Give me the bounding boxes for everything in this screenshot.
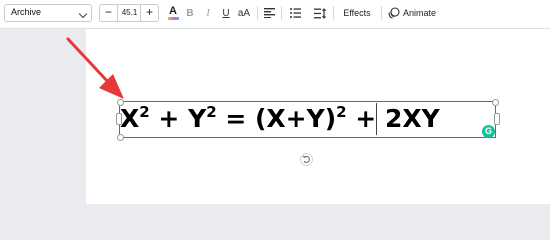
animate-icon <box>388 7 400 19</box>
exponent: 2 <box>206 103 217 121</box>
resize-handle-top-right[interactable] <box>492 99 499 106</box>
animate-label: Animate <box>403 8 437 18</box>
bullet-list-button[interactable] <box>289 5 301 21</box>
line-spacing-icon <box>314 7 326 19</box>
equation-term-sum: = (X+Y) <box>216 104 337 133</box>
chevron-down-icon <box>78 9 88 19</box>
font-size-input[interactable]: 45.1 <box>118 5 141 21</box>
bullet-list-icon <box>289 8 301 18</box>
toolbar-divider <box>381 6 382 20</box>
line-spacing-button[interactable] <box>314 5 326 21</box>
text-color-button[interactable]: A <box>166 5 180 21</box>
equation-term-product: + 2XY <box>346 104 440 133</box>
rotate-icon <box>302 155 310 163</box>
toolbar-divider <box>257 6 258 20</box>
editor-toolbar: Archive − 45.1 + A B I U aA Effects Anim… <box>0 0 550 29</box>
equation-text[interactable]: X2 + Y2 = (X+Y)2 + 2XY <box>120 102 440 136</box>
effects-button[interactable]: Effects <box>338 5 376 21</box>
animate-button[interactable]: Animate <box>388 5 438 21</box>
equation-term-x: X <box>120 104 140 133</box>
text-color-icon: A <box>169 5 177 17</box>
underline-button[interactable]: U <box>220 5 232 21</box>
italic-button[interactable]: I <box>202 5 214 21</box>
font-family-value: Archive <box>11 7 42 17</box>
grammarly-icon[interactable]: G <box>482 125 495 138</box>
bold-button[interactable]: B <box>184 5 196 21</box>
font-size-stepper[interactable]: − 45.1 + <box>99 4 159 22</box>
decrease-font-size-button[interactable]: − <box>100 5 118 21</box>
font-family-select[interactable]: Archive <box>4 4 92 22</box>
text-color-swatch <box>167 17 179 20</box>
align-left-button[interactable] <box>263 5 275 21</box>
toolbar-divider <box>333 6 334 20</box>
exponent: 2 <box>336 103 347 121</box>
text-cursor <box>376 103 377 135</box>
exponent: 2 <box>139 103 150 121</box>
resize-handle-right[interactable] <box>494 113 500 125</box>
letter-case-button[interactable]: aA <box>236 5 252 21</box>
rotate-handle[interactable] <box>300 153 313 166</box>
increase-font-size-button[interactable]: + <box>140 5 158 21</box>
equation-term-y: + Y <box>149 104 207 133</box>
toolbar-divider <box>281 6 282 20</box>
align-left-icon <box>263 8 275 18</box>
